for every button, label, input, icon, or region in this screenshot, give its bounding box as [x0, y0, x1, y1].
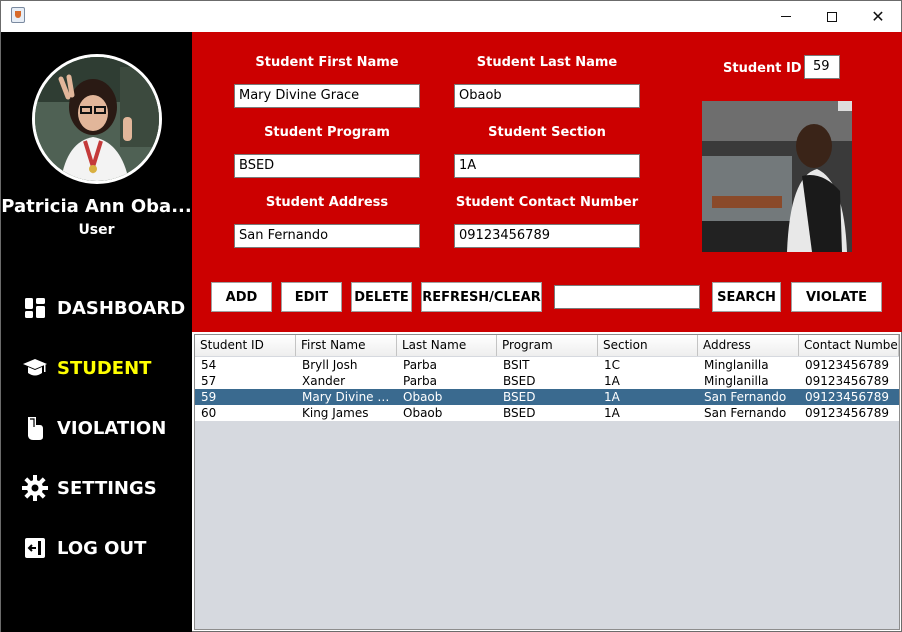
graduation-cap-icon: [21, 354, 49, 382]
table-cell: 60: [201, 406, 217, 420]
table-cell: 1A: [604, 374, 620, 388]
edit-button[interactable]: EDIT: [281, 282, 342, 312]
nav-violation-label: VIOLATION: [57, 417, 167, 439]
section-label: Student Section: [488, 125, 606, 140]
nav-dashboard[interactable]: DASHBOARD: [21, 290, 185, 326]
table-cell: Parba: [403, 374, 437, 388]
column-header-student-id[interactable]: Student ID: [195, 335, 296, 356]
students-table[interactable]: Student ID First Name Last Name Program …: [194, 334, 900, 630]
column-header-section[interactable]: Section: [598, 335, 698, 356]
column-header-program[interactable]: Program: [497, 335, 598, 356]
table-row[interactable]: 54 Bryll Josh Parba BSIT 1C Minglanilla …: [195, 357, 899, 373]
table-cell: 09123456789: [805, 390, 889, 404]
nav-logout-label: LOG OUT: [57, 537, 147, 559]
table-cell: BSED: [503, 390, 536, 404]
table-cell: Obaob: [403, 406, 443, 420]
nav-dashboard-label: DASHBOARD: [57, 297, 186, 319]
java-app-icon: [11, 7, 25, 23]
program-field[interactable]: BSED: [234, 154, 420, 178]
table-cell: San Fernando: [704, 406, 787, 420]
table-cell: Minglanilla: [704, 358, 769, 372]
table-header: Student ID First Name Last Name Program …: [195, 335, 899, 356]
first-name-label: Student First Name: [255, 55, 399, 70]
hand-icon: [21, 414, 49, 442]
table-cell: Obaob: [403, 390, 443, 404]
maximize-button[interactable]: [809, 1, 855, 32]
table-cell: 59: [201, 390, 217, 404]
table-cell: San Fernando: [704, 390, 787, 404]
profile-name: Patricia Ann Oba...: [1, 196, 192, 217]
add-button[interactable]: ADD: [211, 282, 272, 312]
table-body: 54 Bryll Josh Parba BSIT 1C Minglanilla …: [195, 357, 899, 421]
table-cell: 1A: [604, 406, 620, 420]
table-cell: BSIT: [503, 358, 530, 372]
student-photo: [702, 101, 852, 252]
contact-number-label: Student Contact Number: [455, 195, 639, 210]
table-cell: 09123456789: [805, 374, 889, 388]
minimize-icon: [781, 16, 791, 17]
gear-icon: [21, 474, 49, 502]
refresh-clear-button[interactable]: REFRESH/CLEAR: [421, 282, 542, 312]
table-cell: Xander: [302, 374, 346, 388]
last-name-field[interactable]: Obaob: [454, 84, 640, 108]
table-row-selected[interactable]: 59 Mary Divine Grace Obaob BSED 1A San F…: [195, 389, 899, 405]
table-row[interactable]: 60 King James Obaob BSED 1A San Fernando…: [195, 405, 899, 421]
column-header-address[interactable]: Address: [698, 335, 799, 356]
column-header-contact-number[interactable]: Contact Number: [799, 335, 899, 356]
sidebar: Patricia Ann Oba... User DASHBOARD STUDE…: [1, 32, 192, 632]
student-photo-icon: [702, 101, 852, 252]
logout-icon: [21, 534, 49, 562]
table-cell: 1C: [604, 358, 621, 372]
column-header-first-name[interactable]: First Name: [296, 335, 397, 356]
contact-number-field[interactable]: 09123456789: [454, 224, 640, 248]
nav-student[interactable]: STUDENT: [21, 350, 151, 386]
student-form-panel: Student First Name Mary Divine Grace Stu…: [192, 32, 902, 332]
table-cell: 54: [201, 358, 217, 372]
table-cell: 57: [201, 374, 217, 388]
nav-settings-label: SETTINGS: [57, 477, 157, 499]
violate-button[interactable]: VIOLATE: [791, 282, 882, 312]
table-cell: 09123456789: [805, 358, 889, 372]
app-window: ✕ Patricia Ann Oba... User DASHBOARD STU…: [0, 0, 902, 632]
program-label: Student Program: [264, 125, 390, 140]
address-field[interactable]: San Fernando: [234, 224, 420, 248]
search-input[interactable]: [554, 285, 700, 309]
table-cell: King James: [302, 406, 369, 420]
section-field[interactable]: 1A: [454, 154, 640, 178]
close-button[interactable]: ✕: [855, 1, 901, 32]
nav-student-label: STUDENT: [57, 357, 152, 379]
dashboard-icon: [21, 294, 49, 322]
student-id-field[interactable]: 59: [804, 55, 840, 79]
title-bar[interactable]: ✕: [1, 1, 901, 32]
last-name-label: Student Last Name: [476, 55, 618, 70]
column-header-last-name[interactable]: Last Name: [397, 335, 497, 356]
maximize-icon: [827, 11, 837, 22]
table-cell: BSED: [503, 406, 536, 420]
profile-role: User: [78, 222, 115, 238]
table-cell: Parba: [403, 358, 437, 372]
table-cell: BSED: [503, 374, 536, 388]
delete-button[interactable]: DELETE: [351, 282, 412, 312]
table-row[interactable]: 57 Xander Parba BSED 1A Minglanilla 0912…: [195, 373, 899, 389]
table-cell: 09123456789: [805, 406, 889, 420]
table-cell: 1A: [604, 390, 620, 404]
table-cell: Bryll Josh: [302, 358, 358, 372]
avatar-photo-icon: [35, 57, 159, 181]
nav-settings[interactable]: SETTINGS: [21, 470, 157, 506]
nav-violation[interactable]: VIOLATION: [21, 410, 166, 446]
nav-logout[interactable]: LOG OUT: [21, 530, 146, 566]
table-cell: Mary Divine Grace: [302, 390, 397, 404]
search-button[interactable]: SEARCH: [712, 282, 781, 312]
address-label: Student Address: [265, 195, 389, 210]
avatar: [32, 54, 162, 184]
minimize-button[interactable]: [763, 1, 809, 32]
table-cell: Minglanilla: [704, 374, 769, 388]
first-name-field[interactable]: Mary Divine Grace: [234, 84, 420, 108]
student-id-label: Student ID: [723, 61, 802, 76]
